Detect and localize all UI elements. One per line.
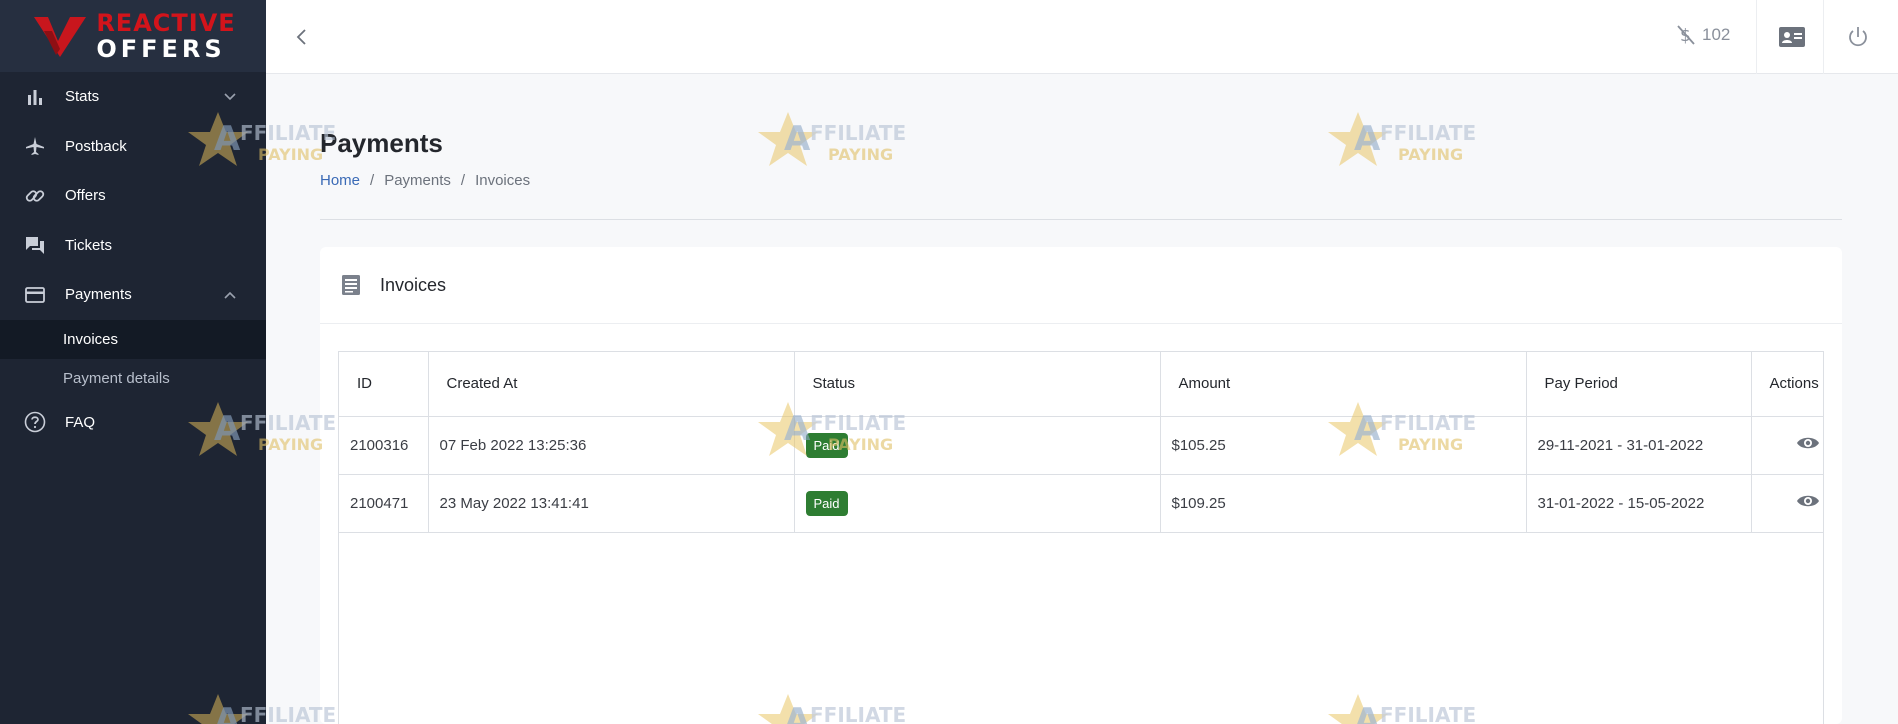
divider [1823, 0, 1824, 74]
cell-id: 2100471 [339, 474, 429, 533]
cell-created-at: 23 May 2022 13:41:41 [428, 474, 795, 533]
balance-value: 102 [1702, 25, 1731, 44]
divider [1756, 0, 1757, 74]
svg-text:A: A [784, 119, 811, 159]
table-header-row: ID Created At Status Amount Pay Period A… [339, 352, 1823, 417]
eye-icon[interactable] [1796, 435, 1820, 451]
sidebar-item-offers[interactable]: Offers [0, 171, 266, 221]
bar-chart-icon [24, 86, 46, 108]
svg-text:PAYING: PAYING [1398, 145, 1463, 164]
svg-text:FFILIATE: FFILIATE [1380, 121, 1476, 145]
logo-mark-icon [34, 17, 87, 57]
cell-amount: $109.25 [1160, 474, 1527, 533]
cell-pay-period: 29-11-2021 - 31-01-2022 [1526, 416, 1752, 475]
sidebar-item-label: Postback [65, 137, 127, 155]
column-header-id[interactable]: ID [339, 352, 429, 417]
chevron-down-icon [224, 93, 236, 100]
brand-line-1: REACTIVE [96, 9, 236, 37]
breadcrumb-home[interactable]: Home [320, 172, 360, 189]
status-badge: Paid [805, 490, 848, 516]
table-row: 2100471 23 May 2022 13:41:41 Paid $109.2… [339, 474, 1823, 533]
sidebar-item-label: FAQ [65, 413, 96, 431]
column-header-pay-period[interactable]: Pay Period [1526, 352, 1752, 417]
invoices-table: ID Created At Status Amount Pay Period A… [338, 351, 1824, 724]
column-header-actions: Actions [1751, 352, 1823, 417]
chevron-up-icon [224, 291, 236, 299]
column-header-status[interactable]: Status [794, 352, 1161, 417]
eye-icon[interactable] [1796, 493, 1820, 509]
cell-pay-period: 31-01-2022 - 15-05-2022 [1526, 474, 1752, 533]
brand-line-2: OFFERS [96, 35, 226, 63]
brand-logo[interactable]: REACTIVE OFFERS [0, 0, 266, 72]
watermark-logo: A FFILIATEPAYING [1328, 112, 1476, 166]
top-bar: $ 102 [266, 0, 1898, 74]
sidebar-item-postback[interactable]: Postback [0, 122, 266, 172]
status-badge: Paid [805, 432, 848, 458]
column-header-created-at[interactable]: Created At [428, 352, 795, 417]
sidebar-item-label: Tickets [65, 236, 112, 254]
sidebar-item-faq[interactable]: FAQ [0, 398, 266, 448]
sidebar: REACTIVE OFFERS Stats Postback Offers Ti… [0, 0, 266, 724]
card-header: Invoices [320, 247, 1842, 324]
breadcrumb-invoices: Invoices [475, 172, 531, 189]
svg-text:PAYING: PAYING [828, 145, 893, 164]
sidebar-subitem-payment-details[interactable]: Payment details [0, 359, 266, 398]
breadcrumb-separator: / [460, 172, 466, 189]
sidebar-item-label: Offers [65, 187, 106, 205]
svg-text:FFILIATE: FFILIATE [810, 121, 906, 145]
sidebar-item-label: Payments [65, 286, 132, 304]
sidebar-item-payments[interactable]: Payments [0, 270, 266, 320]
breadcrumb: Home / Payments / Invoices [320, 172, 530, 189]
invoices-card: Invoices ID Created At Status Amount Pay… [320, 247, 1842, 724]
svg-text:A: A [1354, 119, 1381, 159]
chevron-left-icon[interactable] [292, 26, 312, 48]
card-title: Invoices [380, 274, 447, 295]
breadcrumb-payments[interactable]: Payments [384, 172, 451, 189]
svg-text:PAYING: PAYING [258, 145, 323, 164]
sidebar-nav: Stats Postback Offers Tickets Payments I… [0, 72, 266, 447]
dollar-off-icon: $ [1677, 25, 1695, 46]
credit-card-icon [24, 284, 46, 306]
table-row: 2100316 07 Feb 2022 13:25:36 Paid $105.2… [339, 416, 1823, 475]
svg-text:PAYING: PAYING [258, 435, 323, 454]
balance-indicator[interactable]: $ 102 [1676, 24, 1730, 46]
cell-amount: $105.25 [1160, 416, 1527, 475]
document-icon [342, 275, 360, 295]
power-icon[interactable] [1844, 24, 1872, 50]
page-title: Payments [320, 128, 443, 158]
cell-created-at: 07 Feb 2022 13:25:36 [428, 416, 795, 475]
profile-card-icon[interactable] [1778, 24, 1806, 50]
breadcrumb-separator: / [370, 172, 375, 189]
link-icon [24, 185, 46, 207]
sidebar-item-tickets[interactable]: Tickets [0, 221, 266, 271]
chat-icon [24, 234, 46, 256]
column-header-amount[interactable]: Amount [1160, 352, 1527, 417]
help-circle-icon [24, 411, 46, 433]
sidebar-item-stats[interactable]: Stats [0, 72, 266, 122]
sidebar-item-label: Stats [65, 88, 100, 106]
watermark-logo: A FFILIATEPAYING [758, 112, 906, 166]
sidebar-subitem-invoices[interactable]: Invoices [0, 319, 266, 359]
cell-id: 2100316 [339, 416, 429, 475]
airplane-icon [24, 135, 46, 157]
divider [320, 219, 1842, 220]
